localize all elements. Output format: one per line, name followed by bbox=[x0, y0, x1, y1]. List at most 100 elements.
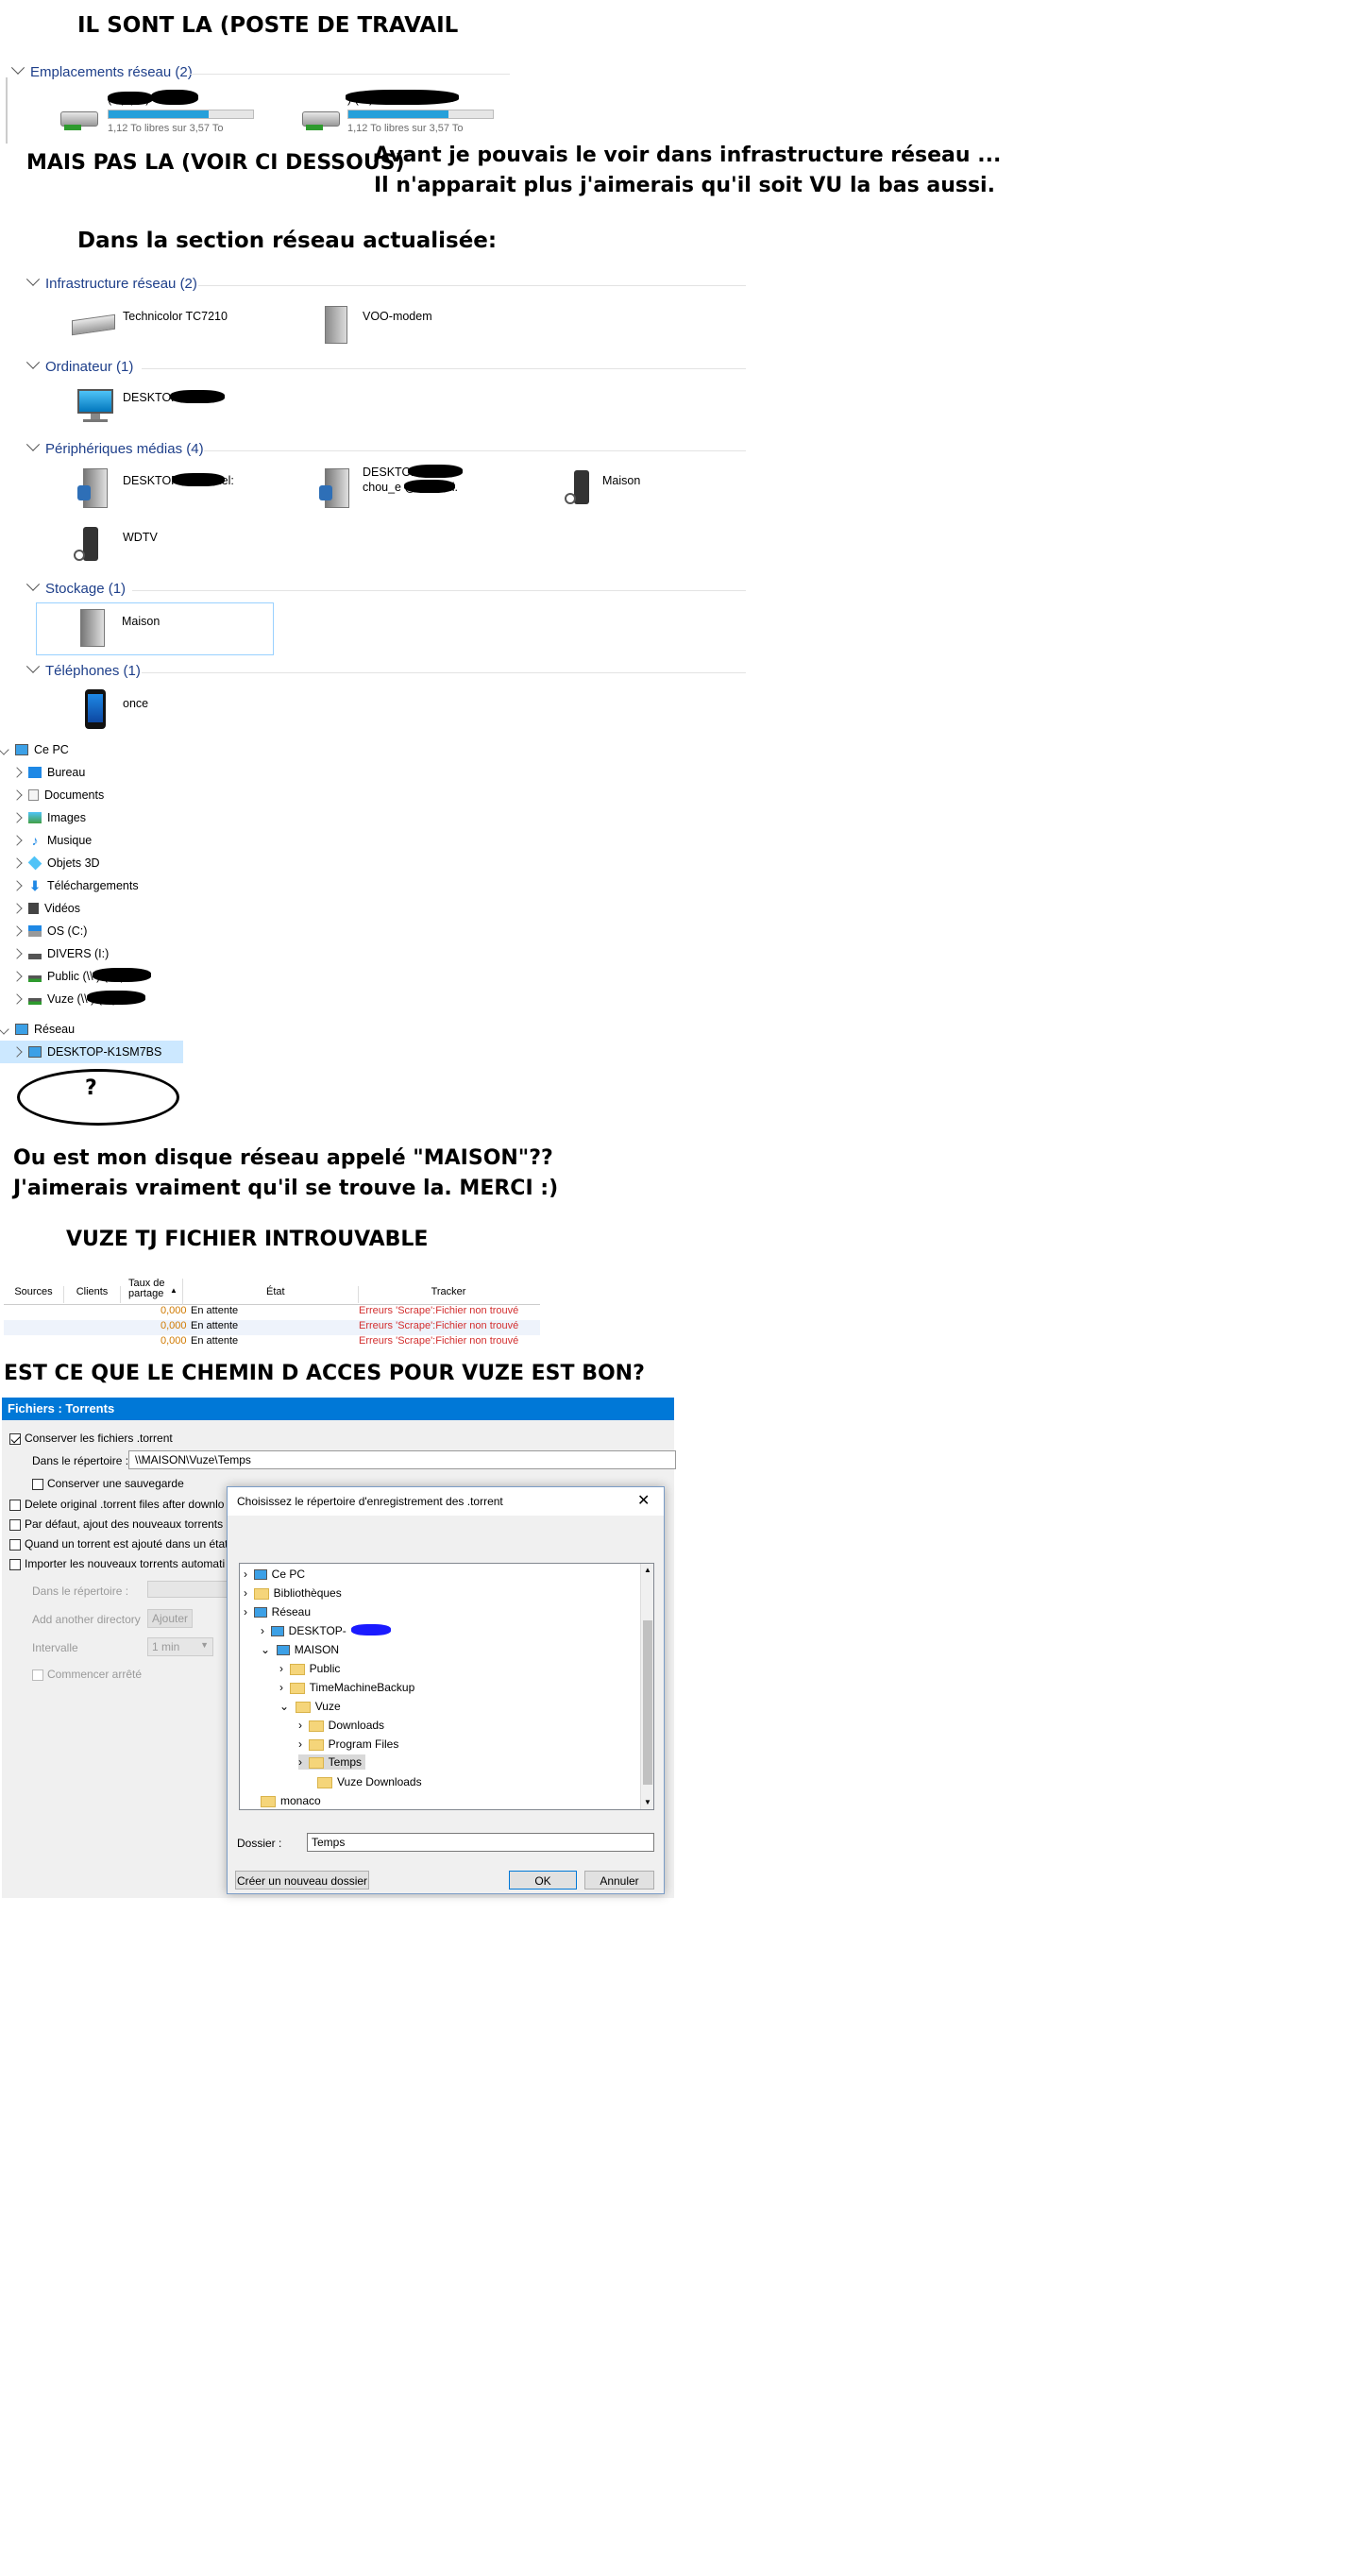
dtree-reseau[interactable]: › Réseau bbox=[244, 1605, 311, 1618]
auto-import-checkbox[interactable]: Importer les nouveaux torrents automati bbox=[9, 1557, 225, 1570]
col-clients[interactable]: Clients bbox=[64, 1286, 121, 1303]
device-technicolor[interactable]: Technicolor TC7210 bbox=[123, 310, 228, 323]
dtree-program-files[interactable]: › Program Files bbox=[298, 1737, 398, 1751]
group-header-label: Périphériques médias (4) bbox=[45, 441, 204, 457]
keep-torrents-checkbox[interactable]: Conserver les fichiers .torrent bbox=[9, 1432, 173, 1445]
row-tracker: Erreurs 'Scrape':Fichier non trouvé bbox=[359, 1335, 519, 1347]
video-icon bbox=[28, 903, 39, 914]
drive-m-free: 1,12 To libres sur 3,57 To bbox=[108, 123, 224, 134]
checkbox-icon bbox=[9, 1558, 21, 1570]
device-voo-modem[interactable]: VOO-modem bbox=[363, 310, 432, 323]
start-stopped-checkbox[interactable]: Commencer arrêté bbox=[32, 1668, 142, 1681]
interval-select[interactable]: 1 min ▼ bbox=[147, 1637, 213, 1656]
dis-interval-label: Intervalle bbox=[32, 1641, 78, 1654]
dtree-label: Réseau bbox=[271, 1605, 312, 1618]
table-row[interactable]: 0,000 En attente Erreurs 'Scrape':Fichier … bbox=[4, 1335, 540, 1350]
dtree-public[interactable]: › Public bbox=[279, 1662, 340, 1675]
group-header-label: Stockage (1) bbox=[45, 581, 127, 597]
redaction bbox=[151, 90, 198, 105]
tree-telechargements[interactable]: ⬇ Téléchargements bbox=[8, 874, 139, 897]
library-icon bbox=[253, 1587, 269, 1600]
tree-scrollbar[interactable]: ▲ ▼ bbox=[640, 1564, 653, 1809]
divider bbox=[132, 590, 746, 591]
group-phones[interactable]: Téléphones (1) bbox=[25, 659, 141, 679]
folder-icon bbox=[289, 1682, 305, 1694]
group-header-label: Ordinateur (1) bbox=[45, 359, 134, 375]
cube-icon bbox=[27, 856, 42, 871]
tree-desktop-k1sm7bs[interactable]: DESKTOP-K1SM7BS bbox=[0, 1041, 183, 1063]
storage-maison-label: Maison bbox=[122, 615, 161, 628]
col-tracker[interactable]: Tracker bbox=[359, 1286, 538, 1303]
chevron-down-icon bbox=[25, 272, 41, 286]
group-media[interactable]: Périphériques médias (4) bbox=[25, 437, 204, 457]
tree-label: DESKTOP-K1SM7BS bbox=[47, 1045, 162, 1059]
row-ratio: 0,000 bbox=[161, 1335, 187, 1347]
caption-path-question: EST CE QUE LE CHEMIN D ACCES POUR VUZE E… bbox=[4, 1362, 645, 1385]
row-ratio: 0,000 bbox=[161, 1320, 187, 1331]
phone-once[interactable]: once bbox=[123, 697, 148, 710]
tree-divers-i[interactable]: DIVERS (I:) bbox=[8, 942, 109, 965]
folder-input[interactable]: Temps bbox=[307, 1833, 654, 1852]
close-icon[interactable]: ✕ bbox=[637, 1491, 650, 1510]
table-row[interactable]: 0,000 En attente Erreurs 'Scrape':Fichier … bbox=[4, 1305, 540, 1320]
checkbox-icon bbox=[9, 1518, 21, 1531]
group-storage[interactable]: Stockage (1) bbox=[25, 577, 127, 597]
dtree-ce-pc[interactable]: › Ce PC bbox=[244, 1568, 305, 1581]
dtree-label: Bibliothèques bbox=[273, 1586, 342, 1600]
dtree-temps-selected[interactable]: › Temps bbox=[298, 1754, 366, 1770]
storage-item-maison[interactable]: Maison bbox=[36, 602, 274, 655]
network-drive-icon bbox=[298, 104, 346, 132]
tree-bureau[interactable]: Bureau bbox=[8, 761, 85, 784]
tree-documents[interactable]: Documents bbox=[8, 784, 104, 806]
tree-label: Documents bbox=[44, 788, 105, 802]
col-sources[interactable]: Sources bbox=[4, 1286, 64, 1303]
keep-backup-checkbox[interactable]: Conserver une sauvegarde bbox=[32, 1477, 184, 1490]
dtree-label: TimeMachineBackup bbox=[309, 1681, 415, 1694]
scroll-up-icon[interactable]: ▲ bbox=[644, 1566, 651, 1574]
scrollbar-thumb[interactable] bbox=[643, 1620, 652, 1785]
caption-vuze-missing: VUZE TJ FICHIER INTROUVABLE bbox=[66, 1228, 429, 1251]
group-computer[interactable]: Ordinateur (1) bbox=[25, 355, 134, 375]
delete-original-checkbox[interactable]: Delete original .torrent files after dow… bbox=[9, 1498, 224, 1511]
table-row[interactable]: 0,000 En attente Erreurs 'Scrape':Fichier … bbox=[4, 1320, 540, 1335]
checkbox-icon bbox=[32, 1669, 43, 1681]
dir-input[interactable]: \\MAISON\Vuze\Temps bbox=[128, 1450, 676, 1469]
dis-dir-input[interactable] bbox=[147, 1581, 232, 1598]
media-player-icon bbox=[72, 525, 104, 567]
tree-label: Téléchargements bbox=[47, 879, 139, 892]
tree-ce-pc[interactable]: Ce PC bbox=[0, 738, 69, 761]
new-folder-button[interactable]: Créer un nouveau dossier bbox=[235, 1871, 369, 1890]
tree-os-c[interactable]: OS (C:) bbox=[8, 920, 87, 942]
cancel-button[interactable]: Annuler bbox=[584, 1871, 654, 1890]
redaction bbox=[172, 473, 225, 486]
group-network-locations[interactable]: Emplacements réseau (2) bbox=[10, 60, 193, 80]
media-wdtv[interactable]: WDTV bbox=[123, 531, 158, 544]
dtree-desktop[interactable]: › DESKTOP- bbox=[261, 1624, 346, 1637]
checkbox-label: Quand un torrent est ajouté dans un état bbox=[25, 1537, 228, 1551]
tree-musique[interactable]: ♪ Musique bbox=[8, 829, 92, 852]
dtree-downloads[interactable]: › Downloads bbox=[298, 1719, 384, 1732]
dtree-monaco[interactable]: monaco bbox=[261, 1794, 321, 1807]
dtree-vuze-downloads[interactable]: Vuze Downloads bbox=[317, 1775, 422, 1788]
checkbox-label: Par défaut, ajout des nouveaux torrents … bbox=[25, 1517, 233, 1531]
dtree-timemachine[interactable]: › TimeMachineBackup bbox=[279, 1681, 414, 1694]
tree-images[interactable]: Images bbox=[8, 806, 86, 829]
folder-tree[interactable]: ▲ ▼ › Ce PC › Bibliothèques › Réseau › D… bbox=[239, 1563, 654, 1810]
tree-objets-3d[interactable]: Objets 3D bbox=[8, 852, 100, 874]
dtree-maison[interactable]: ⌄ MAISON bbox=[261, 1643, 339, 1656]
ok-button[interactable]: OK bbox=[509, 1871, 577, 1890]
tree-videos[interactable]: Vidéos bbox=[8, 897, 80, 920]
dtree-vuze[interactable]: ⌄ Vuze bbox=[279, 1700, 341, 1713]
dis-dir-label: Dans le répertoire : bbox=[32, 1585, 129, 1598]
dtree-bibliotheques[interactable]: › Bibliothèques bbox=[244, 1586, 342, 1600]
media-maison[interactable]: Maison bbox=[602, 474, 640, 487]
tree-reseau[interactable]: Réseau bbox=[0, 1018, 75, 1041]
group-infrastructure[interactable]: Infrastructure réseau (2) bbox=[25, 272, 197, 292]
col-etat[interactable]: État bbox=[183, 1286, 359, 1303]
when-added-checkbox[interactable]: Quand un torrent est ajouté dans un état bbox=[9, 1537, 228, 1551]
scroll-down-icon[interactable]: ▼ bbox=[644, 1798, 651, 1806]
add-directory-button[interactable]: Ajouter bbox=[147, 1609, 193, 1628]
tree-label: DIVERS (I:) bbox=[47, 947, 110, 960]
default-add-checkbox[interactable]: Par défaut, ajout des nouveaux torrents … bbox=[9, 1517, 232, 1531]
checkbox-icon bbox=[32, 1478, 43, 1490]
